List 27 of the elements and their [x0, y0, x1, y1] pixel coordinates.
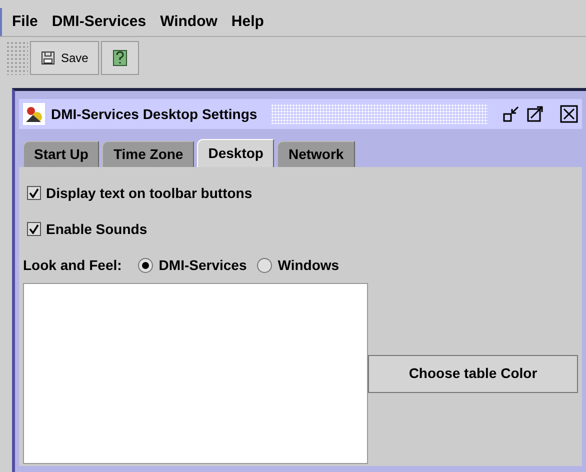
maximize-icon[interactable] [526, 105, 544, 123]
tab[interactable]: Network [277, 141, 355, 167]
help-button[interactable] [101, 40, 140, 74]
menu-item[interactable]: File [12, 10, 38, 34]
tab[interactable]: Desktop [197, 139, 274, 167]
menu-item[interactable]: Window [160, 10, 218, 34]
checkbox-label: Display text on toolbar buttons [46, 184, 252, 203]
radio-button[interactable] [138, 258, 153, 272]
look-and-feel-label: Look and Feel: [23, 256, 122, 274]
close-icon[interactable] [560, 105, 578, 123]
app-logo-icon [23, 103, 45, 125]
toolbar-grip-icon [6, 40, 28, 74]
menu-item[interactable]: Help [231, 10, 264, 34]
question-mark-icon [113, 50, 128, 66]
checkbox-label: Enable Sounds [46, 220, 148, 238]
radio-label: DMI-Services [158, 256, 247, 274]
minimize-icon[interactable] [502, 105, 520, 123]
window-title: DMI-Services Desktop Settings [51, 104, 258, 124]
menu-item[interactable]: DMI-Services [52, 10, 146, 34]
tab[interactable]: Start Up [23, 141, 100, 167]
checkbox[interactable] [27, 222, 41, 236]
choose-table-color-button[interactable]: Choose table Color [368, 354, 578, 392]
radio-button[interactable] [256, 258, 272, 272]
radio-label: Windows [278, 256, 340, 274]
checkbox[interactable] [27, 186, 41, 200]
save-button[interactable]: Save [30, 40, 100, 74]
tab[interactable]: Time Zone [102, 141, 194, 167]
